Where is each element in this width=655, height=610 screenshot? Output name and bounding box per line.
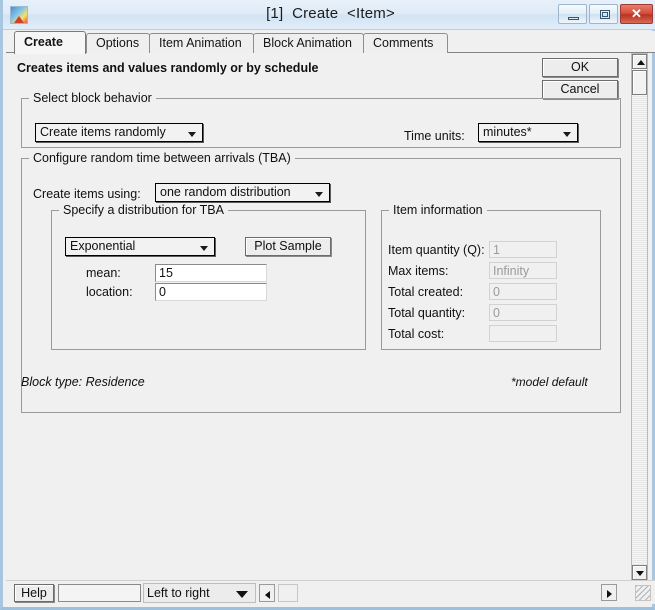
total-quantity-value: 0	[489, 304, 557, 321]
model-default-note: *model default	[511, 375, 588, 389]
time-units-label: Time units:	[404, 129, 465, 143]
window-controls: ✕	[558, 4, 653, 24]
resize-grip[interactable]	[635, 585, 651, 601]
max-items-label: Max items:	[388, 264, 449, 278]
tab-comments[interactable]: Comments	[363, 33, 448, 53]
vertical-scrollbar-thumb[interactable]	[632, 70, 647, 95]
minimize-button[interactable]	[558, 4, 587, 24]
total-created-value: 0	[489, 283, 557, 300]
create-items-using-label: Create items using:	[33, 187, 141, 201]
time-units-dropdown[interactable]: minutes*	[478, 123, 578, 142]
dialog-client-area: Creates items and values randomly or by …	[7, 53, 637, 581]
cancel-button[interactable]: Cancel	[542, 80, 618, 99]
chevron-down-icon	[563, 132, 571, 137]
caret-down-icon	[636, 571, 644, 576]
tab-create[interactable]: Create	[14, 31, 86, 54]
total-cost-label: Total cost:	[388, 327, 445, 341]
minimize-icon	[568, 17, 579, 20]
create-block-dialog-window: [1] Create <Item> ✕ Create Options Item …	[0, 0, 655, 610]
group-legend-block-behavior: Select block behavior	[29, 91, 156, 105]
item-quantity-value: 1	[489, 241, 557, 258]
location-label: location:	[86, 285, 133, 299]
distribution-value: Exponential	[70, 239, 136, 253]
tab-block-animation[interactable]: Block Animation	[253, 33, 364, 53]
tab-item-animation[interactable]: Item Animation	[149, 33, 254, 53]
chevron-down-icon	[200, 246, 208, 251]
status-input[interactable]	[58, 584, 141, 602]
scroll-left-button[interactable]	[259, 584, 275, 602]
block-behavior-value: Create items randomly	[40, 125, 166, 139]
tab-options[interactable]: Options	[86, 33, 150, 53]
block-behavior-dropdown[interactable]: Create items randomly	[35, 123, 203, 142]
group-legend-item-information: Item information	[389, 203, 487, 217]
tab-strip: Create Options Item Animation Block Anim…	[6, 31, 655, 54]
distribution-dropdown[interactable]: Exponential	[65, 237, 215, 256]
mean-label: mean:	[86, 266, 121, 280]
ok-button[interactable]: OK	[542, 58, 618, 77]
vertical-scrollbar[interactable]	[631, 53, 648, 581]
page-title: Creates items and values randomly or by …	[17, 61, 319, 75]
scroll-right-button[interactable]	[601, 584, 617, 601]
max-items-value: Infinity	[489, 262, 557, 279]
caret-up-icon	[637, 60, 645, 65]
item-quantity-label: Item quantity (Q):	[388, 243, 485, 257]
chevron-down-icon	[315, 192, 323, 197]
create-items-using-dropdown[interactable]: one random distribution	[155, 183, 330, 202]
mean-input[interactable]: 15	[155, 264, 267, 282]
close-icon: ✕	[631, 6, 642, 21]
plot-sample-button[interactable]: Plot Sample	[245, 237, 331, 256]
scroll-up-button[interactable]	[632, 54, 647, 69]
horizontal-scrollbar-track[interactable]	[278, 584, 298, 602]
window-frame: [1] Create <Item> ✕ Create Options Item …	[0, 0, 655, 610]
create-items-using-value: one random distribution	[160, 185, 291, 199]
location-input[interactable]: 0	[155, 283, 267, 301]
total-cost-value	[489, 325, 557, 342]
scroll-down-button[interactable]	[632, 565, 647, 580]
status-bar: Help Left to right	[6, 580, 655, 604]
maximize-button[interactable]	[589, 4, 618, 24]
flow-direction-dropdown[interactable]: Left to right	[143, 583, 256, 603]
block-type-text: Block type: Residence	[21, 375, 145, 389]
group-legend-distribution: Specify a distribution for TBA	[59, 203, 228, 217]
maximize-icon	[600, 10, 610, 19]
flow-direction-value: Left to right	[147, 586, 210, 600]
window-titlebar: [1] Create <Item> ✕	[3, 0, 655, 30]
time-units-value: minutes*	[483, 125, 532, 139]
chevron-down-icon	[188, 132, 196, 137]
group-legend-tba: Configure random time between arrivals (…	[29, 151, 295, 165]
help-button[interactable]: Help	[14, 584, 54, 602]
total-quantity-label: Total quantity:	[388, 306, 466, 320]
total-created-label: Total created:	[388, 285, 464, 299]
chevron-down-icon	[236, 591, 248, 598]
close-button[interactable]: ✕	[620, 4, 653, 24]
